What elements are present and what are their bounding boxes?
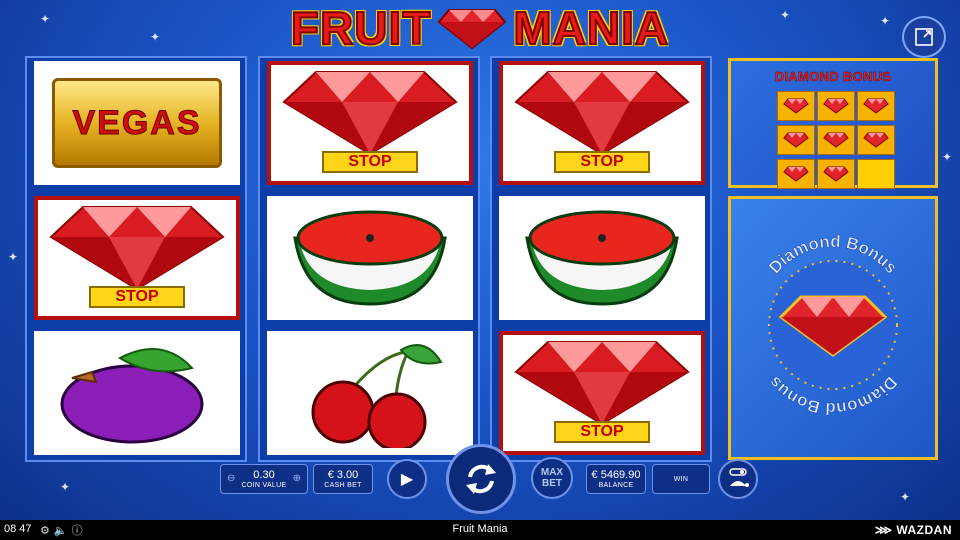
small-diamond-icon <box>823 132 849 148</box>
win-display: WIN <box>652 464 710 494</box>
logo-text-left: FRUIT <box>290 1 432 55</box>
diamond-icon <box>49 206 225 291</box>
brand-logo: ⋙ WAZDAN <box>875 523 952 537</box>
max-bet-line2: BET <box>541 478 562 489</box>
max-bet-line1: MAX <box>540 467 564 478</box>
max-bet-button[interactable]: MAX BET <box>531 457 573 499</box>
symbol-plum <box>34 331 240 455</box>
symbol-diamond-stop: STOP <box>34 196 240 320</box>
stop-label: STOP <box>89 286 185 308</box>
vegas-label: VEGAS <box>72 103 202 142</box>
win-label: WIN <box>673 475 689 483</box>
stop-label: STOP <box>554 151 650 173</box>
symbol-cherries <box>267 331 473 455</box>
fullscreen-button[interactable] <box>902 16 946 58</box>
play-icon: ▶ <box>400 471 414 488</box>
small-diamond-icon <box>783 98 809 114</box>
watermelon-icon <box>293 210 447 306</box>
sparkle-icon: ✦ <box>942 150 953 164</box>
sparkle-icon: ✦ <box>880 14 891 28</box>
diamond-bonus-cell <box>857 159 895 189</box>
diamond-bonus-cell <box>817 125 855 155</box>
sparkle-icon: ✦ <box>8 250 19 264</box>
reel-area: VEGAS STOP STOP STOP STOP <box>25 56 712 462</box>
symbol-diamond-stop: STOP <box>267 61 473 185</box>
diamond-logo-icon <box>437 9 507 50</box>
diamond-bonus-cell <box>857 125 895 155</box>
logo-text-right: MANIA <box>512 1 670 55</box>
cherries-icon <box>311 344 443 448</box>
status-bar: 08 47 ⚙🔈ⓘ Fruit Mania ⋙ WAZDAN <box>0 520 960 540</box>
turtle-speed-icon <box>729 468 749 487</box>
symbol-diamond-stop: STOP <box>499 61 705 185</box>
increase-coin-icon[interactable]: ⊕ <box>293 473 301 484</box>
small-diamond-icon <box>863 132 889 148</box>
diamond-icon <box>514 71 690 156</box>
diamond-bonus-badge: Diamond Bonus Diamond Bonus <box>765 232 902 419</box>
stop-label: STOP <box>322 151 418 173</box>
cash-bet-value: € 3.00 <box>327 468 359 481</box>
diamond-icon <box>282 71 458 156</box>
sparkle-icon: ✦ <box>900 490 911 504</box>
autoplay-button[interactable]: ▶ <box>387 459 427 499</box>
coin-value: 0.30 <box>253 468 275 481</box>
decrease-coin-icon[interactable]: ⊖ <box>227 473 235 484</box>
balance-value: € 5469.90 <box>591 468 641 481</box>
spin-button[interactable] <box>446 444 516 514</box>
game-logo: FRUIT MANIA <box>205 1 755 55</box>
diamond-bonus-title: DIAMOND BONUS <box>774 69 892 84</box>
vegas-plate: VEGAS <box>52 78 222 168</box>
reel-3: STOP STOP <box>490 56 712 462</box>
balance-label: BALANCE <box>598 481 634 489</box>
diamond-bonus-panel: DIAMOND BONUS <box>728 58 938 189</box>
small-diamond-icon <box>823 166 849 182</box>
brand-name: WAZDAN <box>896 523 952 537</box>
small-diamond-icon <box>783 132 809 148</box>
cash-bet-label: CASH BET <box>324 481 362 489</box>
diamond-bonus-cell <box>777 125 815 155</box>
coin-value-label: COIN VALUE <box>241 481 287 489</box>
symbol-watermelon <box>267 196 473 320</box>
fullscreen-icon <box>915 28 933 46</box>
sparkle-icon: ✦ <box>40 12 51 26</box>
sparkle-icon: ✦ <box>60 480 71 494</box>
cash-bet-control[interactable]: € 3.00 CASH BET <box>313 464 373 494</box>
watermelon-icon <box>525 210 679 306</box>
diamond-bonus-badge-panel: Diamond Bonus Diamond Bonus <box>728 196 938 460</box>
diamond-bonus-cell <box>777 91 815 121</box>
small-diamond-icon <box>863 98 889 114</box>
symbol-watermelon <box>499 196 705 320</box>
brand-mark-icon: ⋙ <box>874 523 897 537</box>
game-name: Fruit Mania <box>452 523 508 535</box>
symbol-diamond-stop: STOP <box>499 331 705 455</box>
diamond-bonus-cell <box>817 159 855 189</box>
stop-label: STOP <box>554 421 650 443</box>
coin-value-control[interactable]: ⊖ ⊕ 0.30 COIN VALUE <box>220 464 308 494</box>
speed-settings-button[interactable] <box>718 459 758 499</box>
sparkle-icon: ✦ <box>780 8 791 22</box>
diamond-icon <box>514 341 690 426</box>
reel-2: STOP <box>258 56 480 462</box>
reel-1: VEGAS STOP <box>25 56 247 462</box>
diamond-bonus-cell <box>857 91 895 121</box>
diamond-bonus-grid <box>777 91 895 189</box>
small-diamond-icon <box>823 98 849 114</box>
diamond-bonus-cell <box>777 159 815 189</box>
spin-icon <box>466 464 496 494</box>
sparkle-icon: ✦ <box>150 30 161 44</box>
diamond-bonus-cell <box>817 91 855 121</box>
small-diamond-icon <box>783 166 809 182</box>
balance-display: € 5469.90 BALANCE <box>586 464 646 494</box>
symbol-vegas: VEGAS <box>34 61 240 185</box>
plum-icon <box>60 348 204 444</box>
